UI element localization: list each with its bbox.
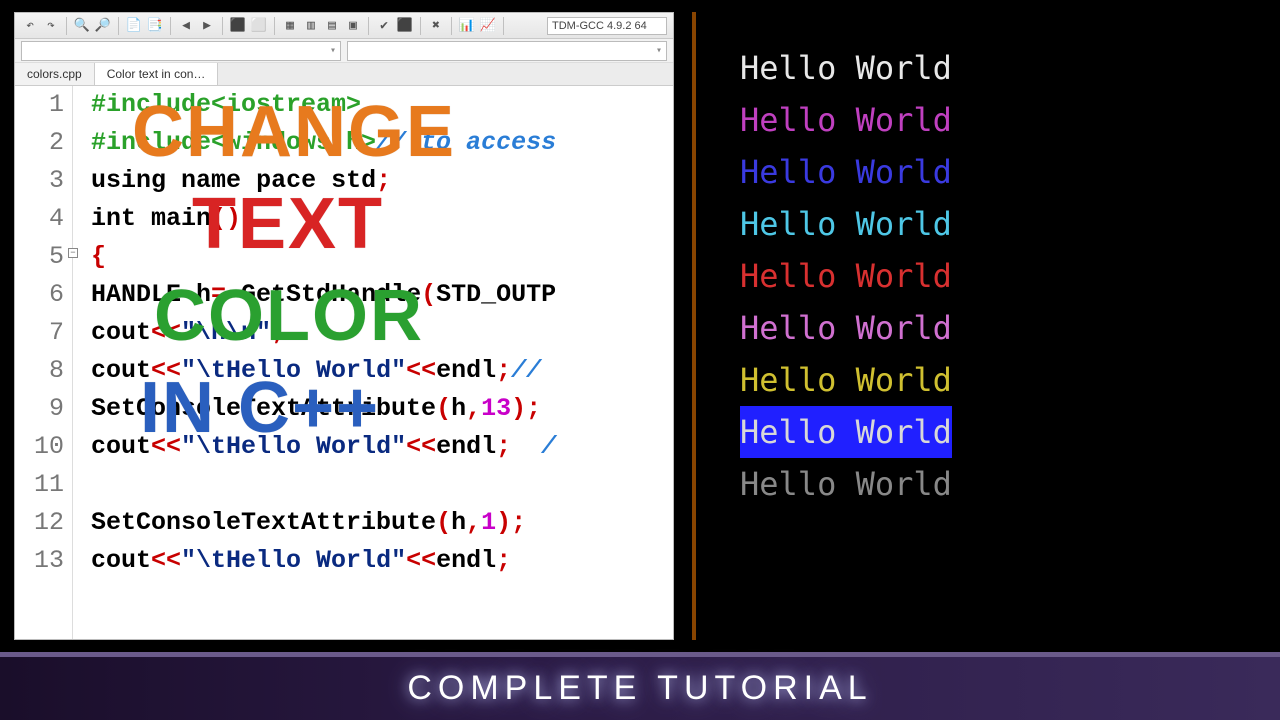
toolbar-icon[interactable]: 🔎 — [94, 17, 112, 35]
editor-tab[interactable]: colors.cpp — [15, 63, 95, 85]
combo-class[interactable]: ▾ — [21, 41, 341, 61]
line-number: 10 — [15, 428, 64, 466]
line-number: 1 — [15, 86, 64, 124]
toolbar-icon[interactable]: ◀ — [177, 17, 195, 35]
toolbar-icon[interactable]: ↷ — [42, 17, 60, 35]
line-number-gutter: 12345−678910111213 — [15, 86, 73, 639]
console-line: Hello World — [740, 146, 1266, 198]
toolbar-icon[interactable]: ✖ — [427, 17, 445, 35]
code-line[interactable]: #include<windows.h>// to access — [91, 124, 556, 162]
console-line: Hello World — [740, 198, 1266, 250]
console-output: Hello WorldHello WorldHello WorldHello W… — [692, 12, 1266, 640]
line-number: 6 — [15, 276, 64, 314]
code-line[interactable]: cout<<"\tHello World"<<endl;// — [91, 352, 556, 390]
toolbar-icon[interactable]: 🔍 — [73, 17, 91, 35]
toolbar-icon[interactable]: ▦ — [281, 17, 299, 35]
console-line: Hello World — [740, 302, 1266, 354]
line-number: 9 — [15, 390, 64, 428]
code-line[interactable]: cout<<"\tHello World"<<endl; — [91, 542, 556, 580]
line-number: 13 — [15, 542, 64, 580]
line-number: 3 — [15, 162, 64, 200]
line-number: 7 — [15, 314, 64, 352]
ide-combo-row: ▾ ▾ — [15, 39, 673, 63]
console-line: Hello World — [740, 94, 1266, 146]
code-line[interactable]: cout<<"\tHello World"<<endl; / — [91, 428, 556, 466]
line-number: 5− — [15, 238, 64, 276]
ide-toolbar: ↶↷🔍🔎📄📑◀▶⬛⬜▦▥▤▣✔⬛✖📊📈TDM-GCC 4.9.2 64 — [15, 13, 673, 39]
code-line[interactable]: SetConsoleTextAttribute(h,1); — [91, 504, 556, 542]
code-text[interactable]: #include<iostream>#include<windows.h>// … — [73, 86, 556, 639]
toolbar-icon[interactable]: ↶ — [21, 17, 39, 35]
console-line: Hello World — [740, 42, 1266, 94]
line-number: 11 — [15, 466, 64, 504]
console-line: Hello World — [740, 250, 1266, 302]
console-line: Hello World — [740, 406, 1266, 458]
toolbar-icon[interactable]: ▣ — [344, 17, 362, 35]
toolbar-icon[interactable]: 📄 — [125, 17, 143, 35]
toolbar-icon[interactable]: ▥ — [302, 17, 320, 35]
ide-tabs: colors.cppColor text in con… — [15, 63, 673, 86]
editor-tab[interactable]: Color text in con… — [95, 63, 219, 85]
code-line[interactable]: #include<iostream> — [91, 86, 556, 124]
code-line[interactable]: using name pace std; — [91, 162, 556, 200]
line-number: 2 — [15, 124, 64, 162]
toolbar-icon[interactable]: ⬛ — [229, 17, 247, 35]
toolbar-icon[interactable]: ⬜ — [250, 17, 268, 35]
code-line[interactable]: int main() — [91, 200, 556, 238]
footer-text: COMPLETE TUTORIAL — [407, 669, 872, 708]
line-number: 4 — [15, 200, 64, 238]
toolbar-icon[interactable]: ▶ — [198, 17, 216, 35]
compiler-select[interactable]: TDM-GCC 4.9.2 64 — [547, 17, 667, 35]
code-line[interactable]: cout<<"\n\n"; — [91, 314, 556, 352]
toolbar-icon[interactable]: ✔ — [375, 17, 393, 35]
code-line[interactable] — [91, 466, 556, 504]
footer-banner: COMPLETE TUTORIAL — [0, 652, 1280, 720]
code-line[interactable]: { — [91, 238, 556, 276]
toolbar-icon[interactable]: 📑 — [146, 17, 164, 35]
ide-panel: ↶↷🔍🔎📄📑◀▶⬛⬜▦▥▤▣✔⬛✖📊📈TDM-GCC 4.9.2 64 ▾ ▾ … — [14, 12, 674, 640]
line-number: 12 — [15, 504, 64, 542]
toolbar-icon[interactable]: ⬛ — [396, 17, 414, 35]
combo-method[interactable]: ▾ — [347, 41, 667, 61]
code-line[interactable]: HANDLE h= GetStdHandle(STD_OUTP — [91, 276, 556, 314]
toolbar-icon[interactable]: 📈 — [479, 17, 497, 35]
fold-icon[interactable]: − — [68, 248, 78, 258]
toolbar-icon[interactable]: 📊 — [458, 17, 476, 35]
console-line: Hello World — [740, 458, 1266, 510]
toolbar-icon[interactable]: ▤ — [323, 17, 341, 35]
code-line[interactable]: SetConsoleTextAttribute(h,13); — [91, 390, 556, 428]
console-line: Hello World — [740, 354, 1266, 406]
line-number: 8 — [15, 352, 64, 390]
code-editor[interactable]: 12345−678910111213 #include<iostream>#in… — [15, 86, 673, 639]
